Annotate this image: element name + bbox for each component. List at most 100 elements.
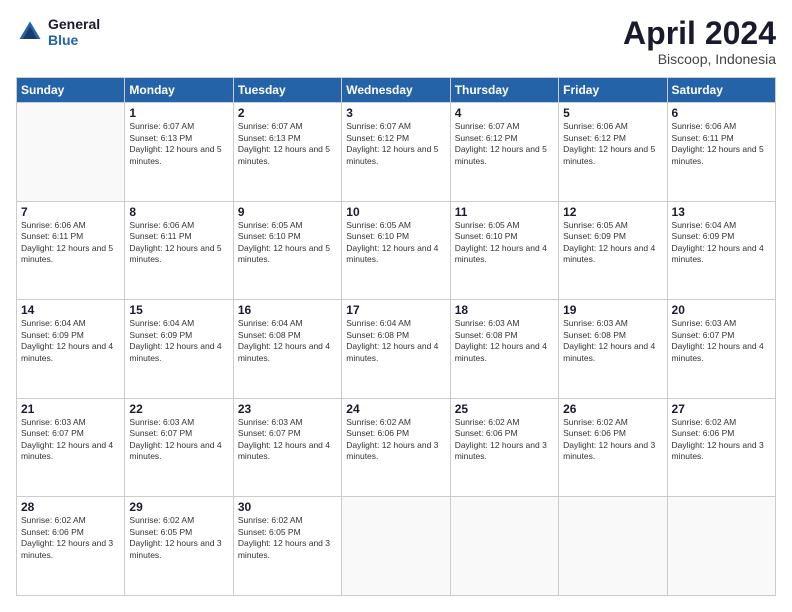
table-row: 12Sunrise: 6:05 AMSunset: 6:09 PMDayligh…	[559, 201, 667, 300]
table-row: 14Sunrise: 6:04 AMSunset: 6:09 PMDayligh…	[17, 300, 125, 399]
calendar-week-row: 1Sunrise: 6:07 AMSunset: 6:13 PMDaylight…	[17, 103, 776, 202]
day-number: 23	[238, 402, 337, 416]
calendar-week-row: 14Sunrise: 6:04 AMSunset: 6:09 PMDayligh…	[17, 300, 776, 399]
day-detail: Sunrise: 6:05 AMSunset: 6:10 PMDaylight:…	[346, 220, 445, 266]
table-row: 19Sunrise: 6:03 AMSunset: 6:08 PMDayligh…	[559, 300, 667, 399]
day-detail: Sunrise: 6:04 AMSunset: 6:09 PMDaylight:…	[672, 220, 771, 266]
day-detail: Sunrise: 6:03 AMSunset: 6:08 PMDaylight:…	[455, 318, 554, 364]
logo-text: General Blue	[48, 16, 100, 48]
table-row: 2Sunrise: 6:07 AMSunset: 6:13 PMDaylight…	[233, 103, 341, 202]
day-number: 22	[129, 402, 228, 416]
header: General Blue April 2024 Biscoop, Indones…	[16, 16, 776, 67]
day-number: 25	[455, 402, 554, 416]
table-row	[17, 103, 125, 202]
table-row: 15Sunrise: 6:04 AMSunset: 6:09 PMDayligh…	[125, 300, 233, 399]
col-sunday: Sunday	[17, 78, 125, 103]
table-row: 4Sunrise: 6:07 AMSunset: 6:12 PMDaylight…	[450, 103, 558, 202]
day-number: 12	[563, 205, 662, 219]
day-number: 2	[238, 106, 337, 120]
table-row: 16Sunrise: 6:04 AMSunset: 6:08 PMDayligh…	[233, 300, 341, 399]
title-block: April 2024 Biscoop, Indonesia	[623, 16, 776, 67]
month-title: April 2024	[623, 16, 776, 51]
day-detail: Sunrise: 6:06 AMSunset: 6:12 PMDaylight:…	[563, 121, 662, 167]
day-detail: Sunrise: 6:07 AMSunset: 6:12 PMDaylight:…	[346, 121, 445, 167]
day-number: 28	[21, 500, 120, 514]
col-tuesday: Tuesday	[233, 78, 341, 103]
day-detail: Sunrise: 6:07 AMSunset: 6:12 PMDaylight:…	[455, 121, 554, 167]
day-detail: Sunrise: 6:06 AMSunset: 6:11 PMDaylight:…	[21, 220, 120, 266]
table-row: 13Sunrise: 6:04 AMSunset: 6:09 PMDayligh…	[667, 201, 775, 300]
table-row: 24Sunrise: 6:02 AMSunset: 6:06 PMDayligh…	[342, 398, 450, 497]
table-row: 27Sunrise: 6:02 AMSunset: 6:06 PMDayligh…	[667, 398, 775, 497]
table-row: 9Sunrise: 6:05 AMSunset: 6:10 PMDaylight…	[233, 201, 341, 300]
day-detail: Sunrise: 6:04 AMSunset: 6:08 PMDaylight:…	[346, 318, 445, 364]
page: General Blue April 2024 Biscoop, Indones…	[0, 0, 792, 612]
day-detail: Sunrise: 6:05 AMSunset: 6:10 PMDaylight:…	[455, 220, 554, 266]
day-detail: Sunrise: 6:06 AMSunset: 6:11 PMDaylight:…	[129, 220, 228, 266]
col-thursday: Thursday	[450, 78, 558, 103]
table-row: 10Sunrise: 6:05 AMSunset: 6:10 PMDayligh…	[342, 201, 450, 300]
day-number: 5	[563, 106, 662, 120]
day-detail: Sunrise: 6:06 AMSunset: 6:11 PMDaylight:…	[672, 121, 771, 167]
day-number: 10	[346, 205, 445, 219]
table-row	[559, 497, 667, 596]
day-detail: Sunrise: 6:02 AMSunset: 6:06 PMDaylight:…	[672, 417, 771, 463]
col-friday: Friday	[559, 78, 667, 103]
table-row: 1Sunrise: 6:07 AMSunset: 6:13 PMDaylight…	[125, 103, 233, 202]
day-number: 14	[21, 303, 120, 317]
day-detail: Sunrise: 6:04 AMSunset: 6:09 PMDaylight:…	[21, 318, 120, 364]
day-number: 17	[346, 303, 445, 317]
location-subtitle: Biscoop, Indonesia	[623, 51, 776, 67]
day-detail: Sunrise: 6:05 AMSunset: 6:10 PMDaylight:…	[238, 220, 337, 266]
day-detail: Sunrise: 6:07 AMSunset: 6:13 PMDaylight:…	[129, 121, 228, 167]
day-number: 6	[672, 106, 771, 120]
table-row: 23Sunrise: 6:03 AMSunset: 6:07 PMDayligh…	[233, 398, 341, 497]
col-wednesday: Wednesday	[342, 78, 450, 103]
table-row: 29Sunrise: 6:02 AMSunset: 6:05 PMDayligh…	[125, 497, 233, 596]
day-detail: Sunrise: 6:03 AMSunset: 6:07 PMDaylight:…	[129, 417, 228, 463]
day-number: 1	[129, 106, 228, 120]
day-detail: Sunrise: 6:04 AMSunset: 6:08 PMDaylight:…	[238, 318, 337, 364]
day-detail: Sunrise: 6:02 AMSunset: 6:06 PMDaylight:…	[455, 417, 554, 463]
day-number: 16	[238, 303, 337, 317]
table-row: 22Sunrise: 6:03 AMSunset: 6:07 PMDayligh…	[125, 398, 233, 497]
calendar-week-row: 7Sunrise: 6:06 AMSunset: 6:11 PMDaylight…	[17, 201, 776, 300]
day-number: 4	[455, 106, 554, 120]
day-detail: Sunrise: 6:05 AMSunset: 6:09 PMDaylight:…	[563, 220, 662, 266]
table-row: 20Sunrise: 6:03 AMSunset: 6:07 PMDayligh…	[667, 300, 775, 399]
day-detail: Sunrise: 6:02 AMSunset: 6:05 PMDaylight:…	[129, 515, 228, 561]
calendar-week-row: 21Sunrise: 6:03 AMSunset: 6:07 PMDayligh…	[17, 398, 776, 497]
table-row: 21Sunrise: 6:03 AMSunset: 6:07 PMDayligh…	[17, 398, 125, 497]
day-detail: Sunrise: 6:02 AMSunset: 6:06 PMDaylight:…	[563, 417, 662, 463]
table-row: 17Sunrise: 6:04 AMSunset: 6:08 PMDayligh…	[342, 300, 450, 399]
table-row	[450, 497, 558, 596]
col-saturday: Saturday	[667, 78, 775, 103]
day-number: 27	[672, 402, 771, 416]
day-detail: Sunrise: 6:04 AMSunset: 6:09 PMDaylight:…	[129, 318, 228, 364]
table-row: 11Sunrise: 6:05 AMSunset: 6:10 PMDayligh…	[450, 201, 558, 300]
day-number: 8	[129, 205, 228, 219]
table-row: 6Sunrise: 6:06 AMSunset: 6:11 PMDaylight…	[667, 103, 775, 202]
day-detail: Sunrise: 6:02 AMSunset: 6:06 PMDaylight:…	[21, 515, 120, 561]
day-number: 30	[238, 500, 337, 514]
calendar-week-row: 28Sunrise: 6:02 AMSunset: 6:06 PMDayligh…	[17, 497, 776, 596]
calendar-header-row: Sunday Monday Tuesday Wednesday Thursday…	[17, 78, 776, 103]
table-row	[342, 497, 450, 596]
day-detail: Sunrise: 6:03 AMSunset: 6:07 PMDaylight:…	[21, 417, 120, 463]
day-number: 19	[563, 303, 662, 317]
table-row: 26Sunrise: 6:02 AMSunset: 6:06 PMDayligh…	[559, 398, 667, 497]
day-detail: Sunrise: 6:07 AMSunset: 6:13 PMDaylight:…	[238, 121, 337, 167]
day-number: 15	[129, 303, 228, 317]
day-number: 3	[346, 106, 445, 120]
table-row: 5Sunrise: 6:06 AMSunset: 6:12 PMDaylight…	[559, 103, 667, 202]
day-detail: Sunrise: 6:03 AMSunset: 6:07 PMDaylight:…	[238, 417, 337, 463]
table-row	[667, 497, 775, 596]
day-detail: Sunrise: 6:02 AMSunset: 6:06 PMDaylight:…	[346, 417, 445, 463]
day-number: 20	[672, 303, 771, 317]
day-number: 24	[346, 402, 445, 416]
day-number: 11	[455, 205, 554, 219]
table-row: 7Sunrise: 6:06 AMSunset: 6:11 PMDaylight…	[17, 201, 125, 300]
table-row: 3Sunrise: 6:07 AMSunset: 6:12 PMDaylight…	[342, 103, 450, 202]
calendar: Sunday Monday Tuesday Wednesday Thursday…	[16, 77, 776, 596]
logo-icon	[16, 18, 44, 46]
